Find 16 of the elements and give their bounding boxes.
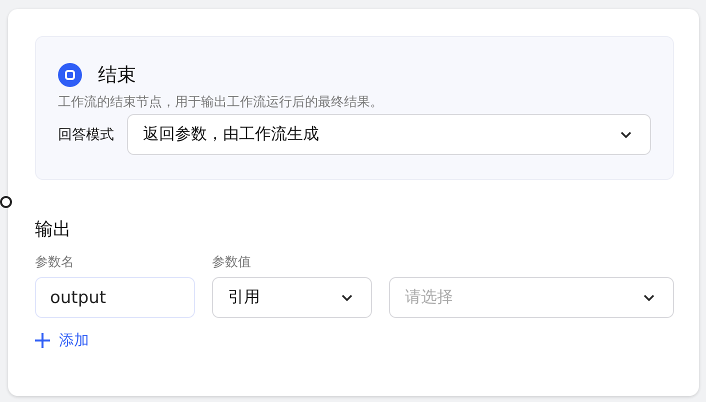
- chevron-down-icon: [620, 130, 632, 138]
- plus-icon: [35, 333, 50, 348]
- column-label: 参数值: [212, 254, 252, 271]
- value-type-select[interactable]: 引用: [212, 277, 372, 318]
- answer-mode-select[interactable]: 返回参数，由工作流生成: [127, 114, 651, 155]
- answer-mode-label: 回答模式: [58, 126, 114, 144]
- chevron-down-icon: [341, 294, 353, 302]
- stop-icon: [58, 63, 82, 87]
- chevron-down-icon: [643, 294, 655, 302]
- output-section-title: 输出: [35, 218, 72, 241]
- node-description: 工作流的结束节点，用于输出工作流运行后的最终结果。: [58, 94, 384, 111]
- connection-handle[interactable]: [0, 196, 12, 208]
- node-title: 结束: [98, 63, 136, 88]
- add-button[interactable]: 添加: [35, 331, 89, 350]
- parameter-name-field[interactable]: output: [35, 277, 195, 318]
- column-label: 参数名: [35, 254, 75, 271]
